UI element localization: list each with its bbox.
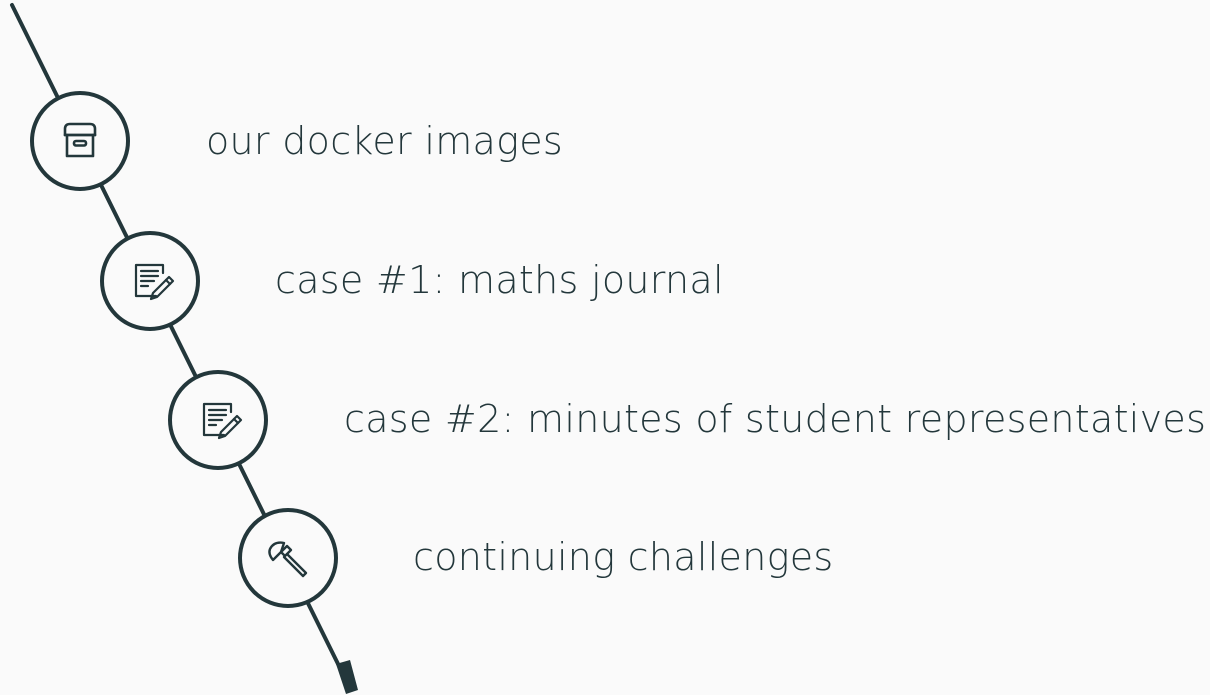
timeline-node-case1 <box>100 231 200 331</box>
agenda-timeline <box>10 3 358 694</box>
agenda-item-label-docker: our docker images <box>206 119 563 163</box>
agenda-item-label-case2: case #2: minutes of student representati… <box>344 397 1207 441</box>
timeline-node-challenges <box>238 508 338 608</box>
timeline-node-docker <box>30 91 130 191</box>
agenda-item-label-challenges: continuing challenges <box>413 535 834 579</box>
agenda-item-label-case1: case #1: maths journal <box>275 258 724 302</box>
timeline-arrowhead <box>336 660 358 694</box>
timeline-node-case2 <box>168 370 268 470</box>
